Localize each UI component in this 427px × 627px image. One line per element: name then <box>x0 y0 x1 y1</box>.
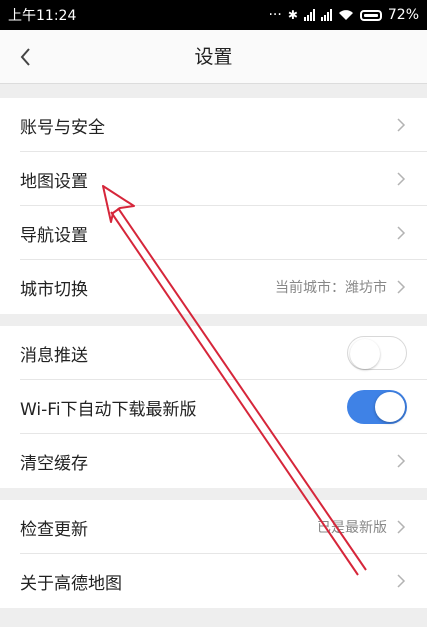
settings-item-push-notifications: 消息推送 <box>0 326 427 380</box>
settings-item-label: 导航设置 <box>20 225 88 246</box>
settings-group-general: 消息推送 Wi-Fi下自动下载最新版 清空缓存 <box>0 326 427 488</box>
battery-icon <box>359 9 382 21</box>
status-icons: ··· ✱ 72% <box>268 7 419 23</box>
chevron-right-icon <box>397 226 406 240</box>
battery-level: 72% <box>387 7 419 23</box>
settings-item-clear-cache[interactable]: 清空缓存 <box>0 434 427 488</box>
settings-item-navigation-settings[interactable]: 导航设置 <box>0 206 427 260</box>
chevron-right-icon <box>397 172 406 186</box>
settings-item-label: 地图设置 <box>20 171 88 192</box>
settings-item-label: 清空缓存 <box>20 453 88 474</box>
signal-icon <box>303 9 315 21</box>
signal-icon-2 <box>320 9 332 21</box>
settings-item-city-switch[interactable]: 城市切换 当前城市：潍坊市 <box>0 260 427 314</box>
push-notifications-toggle[interactable] <box>347 336 407 370</box>
settings-item-label: Wi-Fi下自动下载最新版 <box>20 399 197 420</box>
settings-item-wifi-auto-update: Wi-Fi下自动下载最新版 <box>0 380 427 434</box>
chevron-right-icon <box>397 454 406 468</box>
chevron-right-icon <box>397 280 406 294</box>
notification-dots: ··· <box>268 7 282 23</box>
settings-item-check-update[interactable]: 检查更新 已是最新版 <box>0 500 427 554</box>
status-bar: 上午11:24 ··· ✱ 72% <box>0 0 427 30</box>
settings-item-about[interactable]: 关于高德地图 <box>0 554 427 608</box>
nav-bar: 设置 <box>0 30 427 84</box>
toggle-knob <box>350 339 380 369</box>
chevron-right-icon <box>397 118 406 132</box>
settings-item-label: 账号与安全 <box>20 117 105 138</box>
current-city-value: 当前城市：潍坊市 <box>275 280 387 296</box>
settings-item-label: 关于高德地图 <box>20 573 122 594</box>
bluetooth-icon: ✱ <box>287 8 298 22</box>
settings-item-label: 检查更新 <box>20 519 88 540</box>
chevron-right-icon <box>397 574 406 588</box>
settings-group-account: 账号与安全 地图设置 导航设置 城市切换 当前城市：潍坊市 <box>0 98 427 314</box>
wifi-auto-update-toggle[interactable] <box>347 390 407 424</box>
settings-group-about: 检查更新 已是最新版 关于高德地图 <box>0 500 427 608</box>
chevron-right-icon <box>397 520 406 534</box>
settings-item-label: 城市切换 <box>20 279 88 300</box>
wifi-icon <box>338 10 353 20</box>
toggle-knob <box>375 392 405 422</box>
status-time: 上午11:24 <box>8 8 77 24</box>
update-status-value: 已是最新版 <box>317 520 387 536</box>
page-title: 设置 <box>194 46 233 68</box>
settings-item-label: 消息推送 <box>20 345 88 366</box>
settings-item-account-security[interactable]: 账号与安全 <box>0 98 427 152</box>
settings-item-map-settings[interactable]: 地图设置 <box>0 152 427 206</box>
